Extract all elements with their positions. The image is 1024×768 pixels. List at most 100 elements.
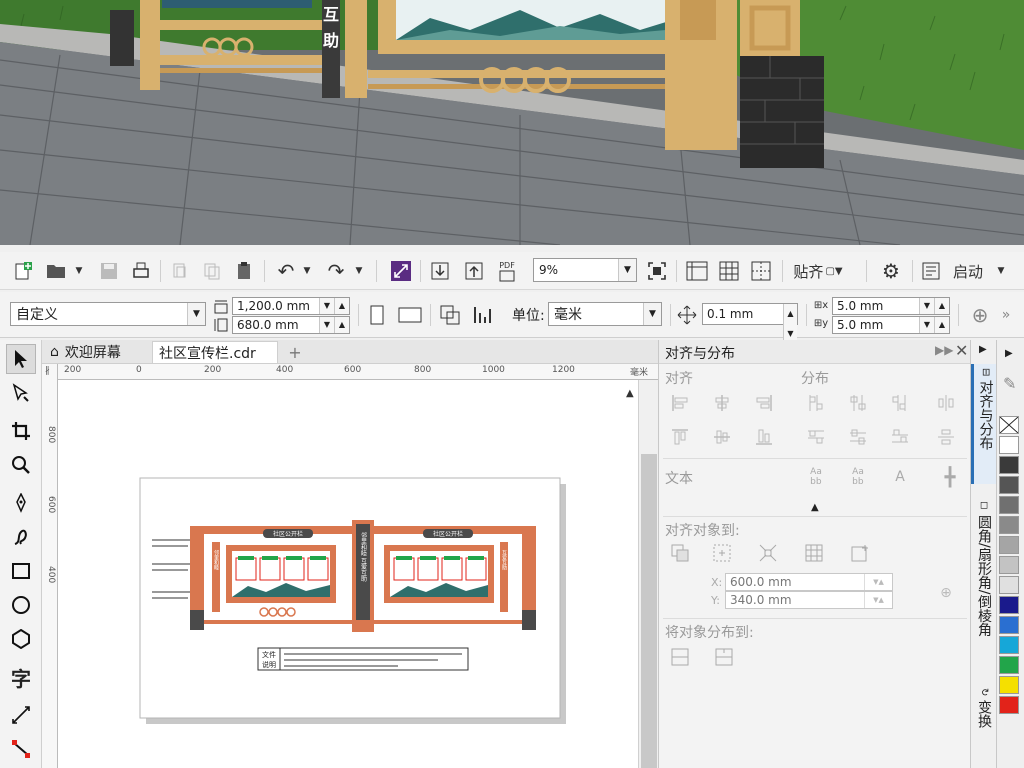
undo-icon[interactable]: ↶ (274, 258, 298, 284)
tab-align-distribute[interactable]: ⊟ 对齐与分布 (971, 364, 997, 484)
page-height-input[interactable]: 680.0 mm ▼ ▲ (232, 316, 350, 334)
align-center-v-icon[interactable] (711, 426, 733, 448)
snap-to-dropdown[interactable]: 贴齐 ▢▼ (792, 258, 844, 284)
align-bottom-icon[interactable] (753, 426, 775, 448)
y-stepper-icon[interactable]: ▼▲ (864, 592, 892, 608)
all-pages-icon[interactable] (438, 302, 462, 328)
page-width-input[interactable]: 1,200.0 mm ▼ ▲ (232, 297, 350, 315)
zoom-level-select[interactable]: 9% ▼ (533, 258, 637, 282)
chevron-down-icon[interactable]: ▼ (618, 259, 636, 281)
import-file-icon[interactable] (428, 258, 452, 284)
drawing-canvas[interactable]: 社区公开栏 邻里和睦 邻里和睦 互爱互助 社区公开栏 互爱互助 文件 说明 ▲ (58, 380, 638, 768)
tab-welcome-screen[interactable]: ⌂ 欢迎屏幕 (44, 341, 152, 363)
show-rulers-icon[interactable] (684, 258, 710, 284)
undo-dropdown-icon[interactable]: ▼ (300, 258, 314, 284)
dup-x-decrement-icon[interactable]: ▼ (919, 298, 934, 314)
open-folder-icon[interactable] (44, 258, 70, 284)
align-top-icon[interactable] (669, 426, 691, 448)
scrollbar-thumb[interactable] (641, 454, 657, 768)
ellipse-tool-icon[interactable] (6, 590, 36, 620)
align-point-y-input[interactable]: 340.0 mm ▼▲ (725, 591, 893, 609)
tab-transform[interactable]: ↻ 变换 (971, 684, 997, 764)
align-left-icon[interactable] (669, 392, 691, 414)
align-point-x-input[interactable]: 600.0 mm ▼▲ (725, 573, 893, 591)
redo-icon[interactable]: ↷ (324, 258, 348, 284)
save-icon[interactable] (96, 258, 122, 284)
align-to-page-center-icon[interactable] (757, 542, 779, 564)
chevron-down-icon[interactable]: ▼ (72, 258, 86, 284)
portrait-icon[interactable] (366, 302, 388, 328)
units-select[interactable]: 毫米 ▼ (548, 302, 662, 326)
crop-tool-icon[interactable] (6, 416, 36, 446)
color-swatch[interactable] (999, 576, 1019, 594)
tab-fillet-scallop-chamfer[interactable]: ◻ 圆角/扇形角/倒棱角 (971, 496, 997, 676)
duplicate-y-input[interactable]: 5.0 mm ▼ ▲ (832, 316, 950, 334)
align-center-h-icon[interactable] (711, 392, 733, 414)
distribute-center-h-icon[interactable] (847, 392, 869, 414)
redo-dropdown-icon[interactable]: ▼ (352, 258, 366, 284)
color-swatch[interactable] (999, 496, 1019, 514)
docker-collapse-icon[interactable]: ▶▶ (935, 343, 953, 357)
import-icon[interactable] (388, 258, 414, 284)
chevron-down-icon[interactable]: ▼ (187, 303, 205, 325)
distribute-to-page-icon[interactable] (713, 646, 735, 668)
canvas-scroll-up-icon[interactable]: ▲ (626, 388, 634, 399)
color-swatch[interactable] (999, 676, 1019, 694)
text-outline-icon[interactable]: ╋ (939, 466, 961, 488)
no-color-swatch[interactable] (999, 416, 1019, 434)
distribute-space-h-icon[interactable] (935, 392, 957, 414)
text-align-first-line-icon[interactable]: Aa bb (805, 466, 827, 488)
copy-icon[interactable] (200, 258, 224, 284)
color-swatch[interactable] (999, 616, 1019, 634)
distribute-space-v-icon[interactable] (935, 426, 957, 448)
pick-tool-icon[interactable] (6, 344, 36, 374)
color-swatch[interactable] (999, 656, 1019, 674)
distribute-bottom-icon[interactable] (889, 426, 911, 448)
zoom-tool-icon[interactable] (6, 450, 36, 480)
full-screen-icon[interactable] (644, 258, 670, 284)
align-to-active-objects-icon[interactable] (669, 542, 691, 564)
x-stepper-icon[interactable]: ▼▲ (864, 574, 892, 590)
show-guidelines-icon[interactable] (748, 258, 774, 284)
options-gear-icon[interactable]: ⚙ (878, 258, 904, 284)
color-swatch[interactable] (999, 556, 1019, 574)
distribute-top-icon[interactable] (805, 426, 827, 448)
launch-label[interactable]: 启动 (948, 258, 988, 284)
text-bounding-box-icon[interactable]: A (889, 466, 911, 488)
docker-close-icon[interactable]: ✕ (955, 341, 968, 360)
horizontal-ruler[interactable]: 200 0 200 400 600 800 1000 1200 毫米 (58, 364, 658, 380)
nudge-input[interactable]: 0.1 mm ▲ ▼ (702, 303, 798, 344)
vertical-ruler[interactable]: ∦ 800 600 400 (42, 364, 58, 768)
freehand-tool-icon[interactable] (6, 488, 36, 518)
new-tab-button[interactable]: + (284, 341, 306, 363)
overflow-chevron-icon[interactable]: » (996, 302, 1016, 328)
nudge-increment-icon[interactable]: ▲ (783, 304, 797, 324)
color-swatch[interactable] (999, 696, 1019, 714)
add-item-plus-icon[interactable]: ⊕ (968, 302, 992, 328)
height-decrement-icon[interactable]: ▼ (319, 317, 334, 333)
align-to-specified-point-icon[interactable] (849, 542, 871, 564)
align-to-page-edge-icon[interactable] (711, 542, 733, 564)
distribute-to-selection-icon[interactable] (669, 646, 691, 668)
color-swatch[interactable] (999, 476, 1019, 494)
width-increment-icon[interactable]: ▲ (334, 298, 349, 314)
height-increment-icon[interactable]: ▲ (334, 317, 349, 333)
tab-document[interactable]: 社区宣传栏.cdr (152, 341, 278, 363)
eyedropper-icon[interactable]: ✎ (1003, 374, 1016, 393)
launch-chevron-icon[interactable]: ▼ (994, 258, 1008, 284)
connector-tool-icon[interactable] (6, 734, 36, 764)
vertical-scrollbar[interactable] (638, 380, 658, 768)
width-decrement-icon[interactable]: ▼ (319, 298, 334, 314)
tab-scroll-right-icon[interactable]: ▶ (979, 344, 987, 355)
dup-x-increment-icon[interactable]: ▲ (934, 298, 949, 314)
pick-point-icon[interactable]: ⊕ (935, 582, 957, 604)
distribute-left-icon[interactable] (805, 392, 827, 414)
color-swatch[interactable] (999, 456, 1019, 474)
text-tool-icon[interactable]: 字 (6, 662, 36, 692)
align-to-grid-icon[interactable] (803, 542, 825, 564)
polygon-tool-icon[interactable] (6, 624, 36, 654)
page-preset-select[interactable]: 自定义 ▼ (10, 302, 206, 326)
publish-pdf-button[interactable]: PDF (494, 258, 520, 284)
new-document-icon[interactable] (10, 258, 36, 284)
color-swatch[interactable] (999, 436, 1019, 454)
